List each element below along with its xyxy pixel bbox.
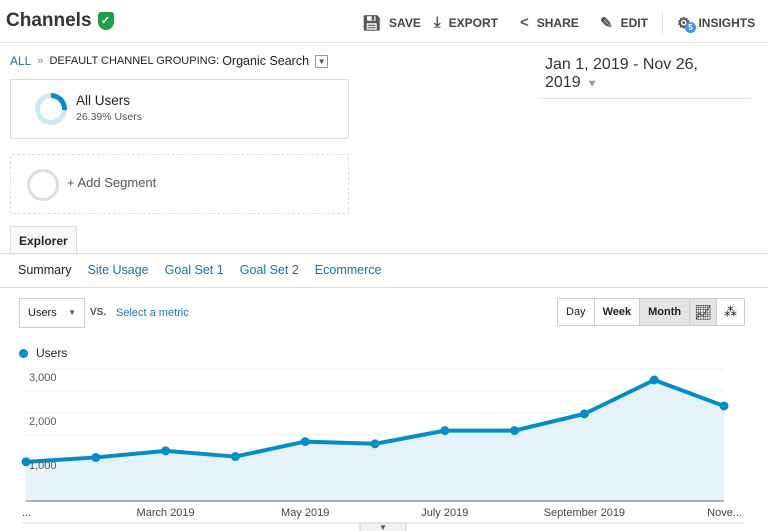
x-tick-label: Nove... — [707, 507, 742, 519]
empty-segment-icon — [27, 169, 59, 201]
edit-label: EDIT — [620, 16, 648, 30]
grouping-value: Organic Search — [222, 54, 310, 68]
share-icon: < — [520, 14, 529, 31]
breadcrumb: ALL » DEFAULT CHANNEL GROUPING: Organic … — [10, 54, 329, 68]
chart-legend: Users — [19, 346, 67, 360]
granularity-group: Day Week Month — [557, 298, 691, 326]
subtab-site-usage[interactable]: Site Usage — [87, 263, 148, 277]
day-button[interactable]: Day — [557, 298, 595, 326]
download-icon: ⤓ — [434, 14, 441, 31]
y-tick-label: 1,000 — [29, 460, 57, 472]
x-tick-label: ... — [22, 507, 31, 519]
data-point — [719, 401, 729, 411]
divider — [662, 12, 663, 34]
users-chart: 1,000 2,000 3,000... March 2019 May 2019 July… — [21, 368, 744, 531]
insights-icon: ⚙ 5 — [677, 14, 696, 33]
motion-chart-icon[interactable]: ⁂ — [717, 298, 745, 326]
subtabs: Summary Site Usage Goal Set 1 Goal Set 2… — [18, 263, 381, 277]
export-button[interactable]: ⤓ EXPORT — [434, 14, 498, 31]
y-tick-label: 3,000 — [29, 372, 57, 384]
metric-selected: Users — [28, 307, 57, 319]
tab-divider — [0, 253, 768, 254]
x-tick-label: March 2019 — [137, 507, 195, 519]
subtab-goal-set-2[interactable]: Goal Set 2 — [240, 263, 299, 277]
chevron-down-icon: ▼ — [586, 78, 598, 90]
x-tick-label: May 2019 — [281, 507, 329, 519]
data-point — [370, 439, 380, 449]
y-tick-label: 2,000 — [29, 416, 57, 428]
save-button[interactable]: 💾︎ SAVE — [362, 14, 421, 32]
breadcrumb-all-link[interactable]: ALL — [10, 54, 31, 68]
segment-detail: 26.39% Users — [76, 111, 142, 123]
header-divider — [0, 42, 768, 43]
legend-dot-icon — [19, 348, 28, 358]
tab-explorer[interactable]: Explorer — [10, 226, 77, 255]
save-label: SAVE — [389, 16, 421, 30]
date-range-text: Jan 1, 2019 - Nov 26, 2019 — [545, 56, 698, 91]
data-point — [161, 446, 171, 456]
segment-donut-icon — [35, 93, 67, 125]
data-point — [649, 375, 659, 385]
grouping-label: DEFAULT CHANNEL GROUPING: — [49, 55, 220, 67]
title-text: Channels — [6, 10, 92, 31]
grouping-dropdown[interactable]: ▼ — [315, 54, 329, 68]
chevron-down-icon: ▼ — [68, 308, 76, 317]
add-segment-button[interactable]: + Add Segment — [10, 154, 349, 214]
data-point — [440, 426, 450, 436]
chart-type-group: 📈︎ ⁂ — [689, 298, 745, 326]
data-point — [579, 409, 589, 419]
line-chart-icon[interactable]: 📈︎ — [689, 298, 717, 326]
x-tick-label: July 2019 — [421, 507, 468, 519]
save-icon: 💾︎ — [362, 15, 382, 32]
page-title: Channels ✓ — [6, 10, 114, 32]
share-button[interactable]: < SHARE — [520, 14, 579, 31]
select-metric-link[interactable]: Select a metric — [116, 307, 189, 319]
month-button[interactable]: Month — [640, 298, 691, 326]
legend-label: Users — [36, 346, 68, 360]
edit-button[interactable]: ✎ EDIT — [600, 14, 648, 32]
data-point — [300, 437, 310, 447]
date-range-picker[interactable]: Jan 1, 2019 - Nov 26, 2019 ▼ — [541, 54, 751, 99]
insights-button[interactable]: ⚙ 5 INSIGHTS — [677, 14, 756, 33]
data-point — [510, 426, 520, 436]
subtab-divider — [0, 287, 768, 288]
subtab-goal-set-1[interactable]: Goal Set 1 — [165, 263, 224, 277]
week-button[interactable]: Week — [594, 298, 641, 326]
pencil-icon: ✎ — [600, 15, 613, 32]
subtab-ecommerce[interactable]: Ecommerce — [315, 263, 382, 277]
insights-label: INSIGHTS — [698, 16, 756, 30]
segment-name: All Users — [76, 93, 131, 108]
vs-label: VS. — [90, 307, 107, 318]
breadcrumb-separator: » — [37, 55, 44, 67]
verified-shield-icon: ✓ — [97, 12, 114, 30]
add-segment-label: + Add Segment — [67, 175, 157, 190]
export-label: EXPORT — [448, 15, 498, 30]
metric-select[interactable]: Users ▼ — [19, 298, 85, 328]
insights-badge: 5 — [685, 22, 696, 33]
share-label: SHARE — [536, 15, 579, 30]
x-tick-label: September 2019 — [544, 507, 625, 519]
chevron-down-icon: ▼ — [379, 523, 387, 531]
data-point — [230, 452, 240, 462]
subtab-summary[interactable]: Summary — [18, 263, 71, 277]
data-point — [91, 452, 101, 462]
segment-all-users[interactable]: All Users 26.39% Users — [10, 79, 349, 139]
